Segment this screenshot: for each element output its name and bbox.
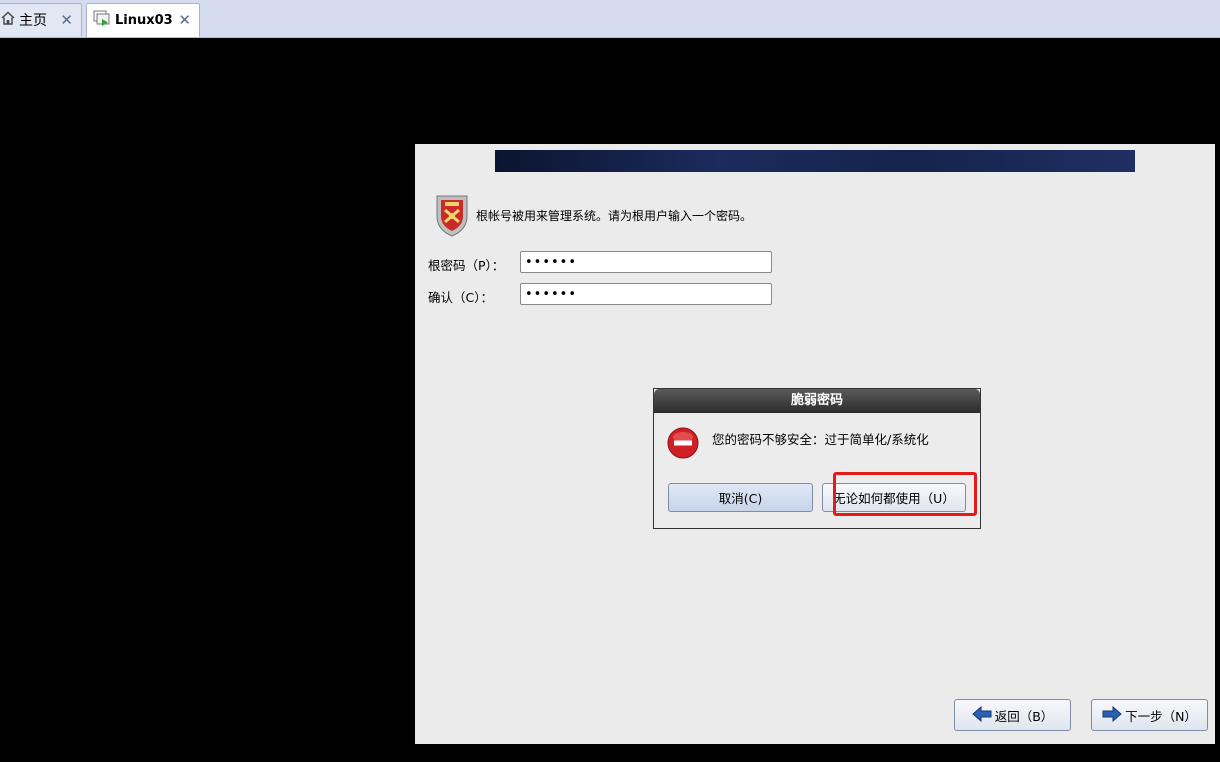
next-button-label: 下一步（N） bbox=[1125, 708, 1197, 724]
root-password-description: 根帐号被用来管理系统。请为根用户输入一个密码。 bbox=[476, 209, 753, 223]
next-button[interactable]: 下一步（N） bbox=[1091, 699, 1208, 731]
root-password-input[interactable] bbox=[520, 251, 772, 273]
weak-password-dialog: 脆弱密码 您的密码不够安全：过于简单化/系统化 取消(C) 无论如何都使用（U） bbox=[653, 388, 981, 529]
dialog-message: 您的密码不够安全：过于简单化/系统化 bbox=[712, 432, 929, 447]
dialog-title: 脆弱密码 bbox=[654, 389, 980, 413]
arrow-left-icon bbox=[971, 705, 992, 725]
tab-linux03-label: Linux03 bbox=[115, 13, 173, 28]
use-anyway-button[interactable]: 无论如何都使用（U） bbox=[822, 483, 966, 512]
shield-icon bbox=[433, 192, 471, 242]
tab-home[interactable]: 主页 ✕ bbox=[0, 3, 82, 36]
back-button[interactable]: 返回（B） bbox=[954, 699, 1071, 731]
cancel-button[interactable]: 取消(C) bbox=[668, 483, 813, 512]
root-password-label: 根密码（P）： bbox=[428, 258, 505, 273]
tab-linux03[interactable]: Linux03 ✕ bbox=[86, 3, 200, 37]
close-icon[interactable]: ✕ bbox=[60, 11, 73, 29]
vm-icon bbox=[93, 10, 111, 31]
home-icon bbox=[1, 11, 15, 29]
close-icon[interactable]: ✕ bbox=[178, 11, 191, 29]
confirm-password-input[interactable] bbox=[520, 283, 772, 305]
installer-window: 根帐号被用来管理系统。请为根用户输入一个密码。 根密码（P）： 确认（C）： 脆… bbox=[415, 144, 1215, 744]
back-button-label: 返回（B） bbox=[994, 708, 1054, 724]
arrow-right-icon bbox=[1102, 705, 1122, 725]
error-icon bbox=[667, 427, 699, 463]
installer-banner bbox=[495, 150, 1135, 172]
tab-home-label: 主页 bbox=[19, 13, 47, 29]
confirm-password-label: 确认（C）： bbox=[428, 290, 493, 305]
vm-tab-bar: 主页 ✕ Linux03 ✕ bbox=[0, 0, 1220, 38]
